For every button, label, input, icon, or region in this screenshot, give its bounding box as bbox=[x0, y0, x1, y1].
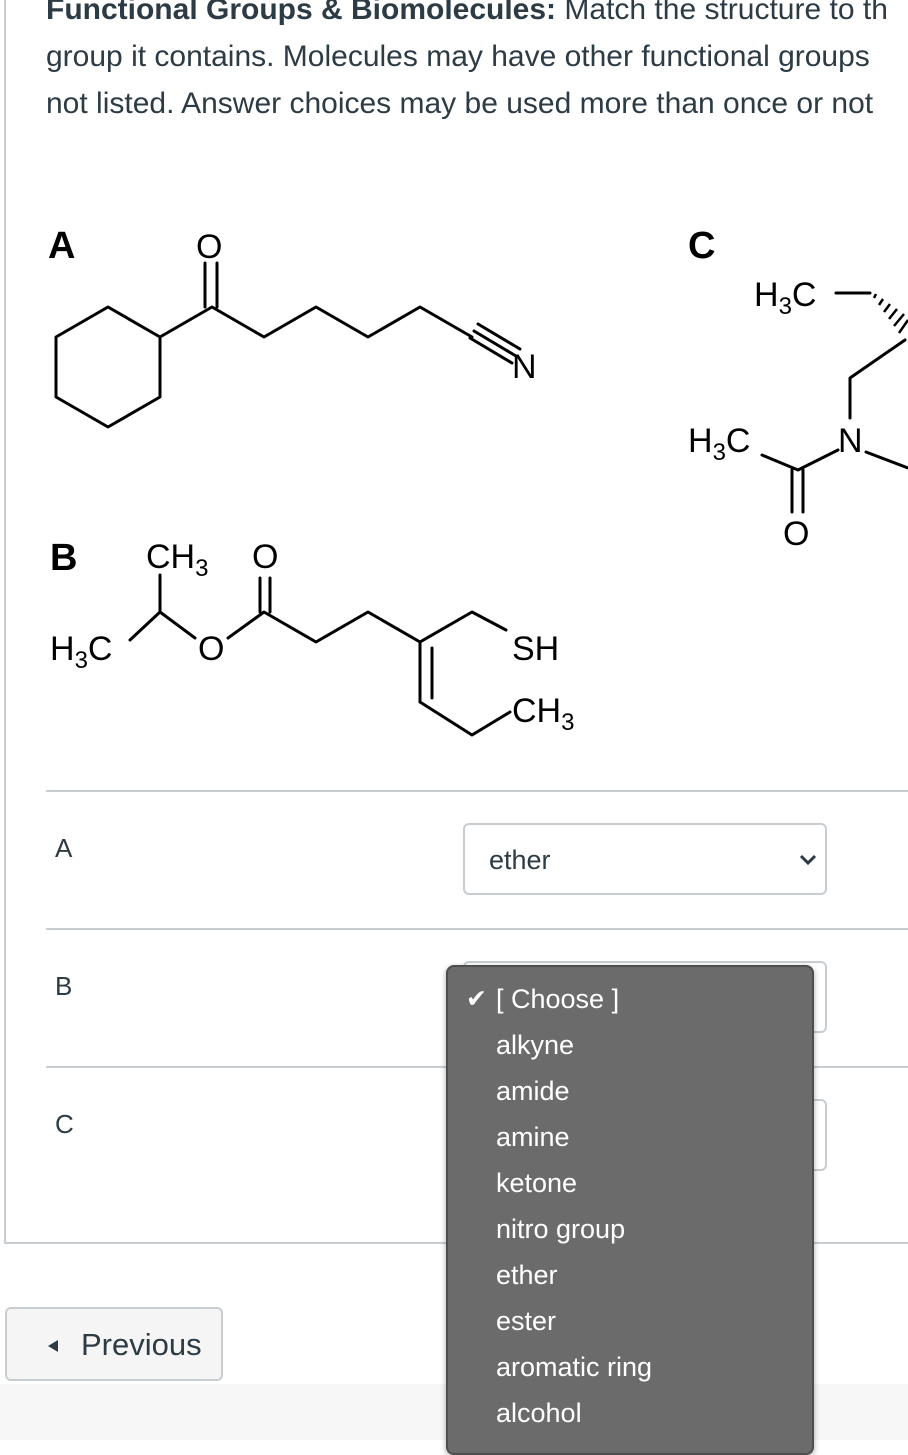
previous-button-label: Previous bbox=[81, 1327, 202, 1362]
dropdown-option[interactable]: alcohol bbox=[496, 1398, 582, 1429]
molecule-c-h3c-left-sub: 3 bbox=[713, 439, 726, 466]
molecule-c-h3c-left-h: H bbox=[688, 422, 713, 460]
structure-label-a: A bbox=[48, 225, 75, 267]
molecule-b-ch3-bottom: CH bbox=[512, 692, 561, 730]
row-divider bbox=[46, 790, 908, 792]
question-text-2: group it contains. Molecules may have ot… bbox=[46, 40, 870, 73]
row-label-b: B bbox=[55, 971, 73, 1001]
molecule-structures: A O N B CH3 O H3C O SH CH3 C H3C H3C N O bbox=[48, 225, 908, 737]
svg-text:H3C: H3C bbox=[50, 630, 112, 674]
answer-select-a-value: ether bbox=[489, 845, 551, 875]
question-prompt: Functional Groups & Biomolecules: Match … bbox=[46, 0, 908, 127]
molecule-a-bonds bbox=[54, 261, 522, 429]
molecule-c-nitrogen: N bbox=[838, 422, 863, 460]
molecule-b-oxygen-ester: O bbox=[198, 630, 224, 668]
row-label-c: C bbox=[55, 1109, 74, 1139]
question-text-3: not listed. Answer choices may be used m… bbox=[46, 87, 874, 120]
question-title: Functional Groups & Biomolecules: bbox=[46, 0, 557, 26]
molecule-b-h3c-sub: 3 bbox=[75, 647, 88, 674]
svg-text:H3C: H3C bbox=[688, 422, 750, 466]
molecule-b-ch3-top: CH bbox=[146, 538, 195, 576]
molecule-c-h3c-top-sub: 3 bbox=[779, 293, 792, 320]
dropdown-option[interactable]: ether bbox=[496, 1260, 558, 1291]
molecule-c-h3c-top-h: H bbox=[754, 276, 779, 314]
previous-button[interactable]: Previous bbox=[5, 1307, 223, 1381]
molecule-b-ch3-top-sub: 3 bbox=[195, 555, 208, 582]
molecule-c-bonds bbox=[760, 291, 908, 514]
molecule-b-oxygen-top: O bbox=[252, 538, 278, 576]
molecule-c-h3c-left-c: C bbox=[726, 422, 751, 460]
answer-select-a[interactable]: ether bbox=[463, 823, 827, 895]
molecule-b-ch3-bottom-sub: 3 bbox=[561, 709, 574, 736]
chevron-down-icon bbox=[799, 854, 817, 866]
molecule-b-sh: SH bbox=[512, 630, 559, 668]
caret-left-icon bbox=[48, 1340, 58, 1352]
answer-dropdown-menu[interactable]: ✔[ Choose ] alkyne amide amine ketone ni… bbox=[446, 965, 814, 1455]
molecule-c-hashed-wedge bbox=[872, 293, 908, 334]
dropdown-option[interactable]: alkyne bbox=[496, 1030, 574, 1061]
question-text-1: Match the structure to th bbox=[564, 0, 888, 26]
dropdown-option[interactable]: aromatic ring bbox=[496, 1352, 652, 1383]
dropdown-option[interactable]: amine bbox=[496, 1122, 570, 1153]
molecule-c-h3c-top-c: C bbox=[792, 276, 817, 314]
molecule-b-bonds bbox=[128, 573, 512, 737]
dropdown-option[interactable]: amide bbox=[496, 1076, 570, 1107]
row-label-a: A bbox=[55, 833, 73, 863]
molecule-c-oxygen: O bbox=[783, 515, 809, 553]
svg-text:CH3: CH3 bbox=[146, 538, 208, 582]
molecule-a-oxygen: O bbox=[196, 228, 222, 266]
svg-text:CH3: CH3 bbox=[512, 692, 574, 736]
dropdown-option[interactable]: nitro group bbox=[496, 1214, 625, 1245]
checkmark-icon: ✔ bbox=[466, 985, 487, 1013]
molecule-b-h3c-c: C bbox=[88, 630, 113, 668]
structure-label-c: C bbox=[688, 225, 715, 267]
structure-label-b: B bbox=[50, 537, 77, 579]
dropdown-option[interactable]: ✔[ Choose ] bbox=[466, 984, 619, 1015]
molecule-b-h3c-h: H bbox=[50, 630, 75, 668]
dropdown-option[interactable]: ketone bbox=[496, 1168, 577, 1199]
dropdown-option[interactable]: ester bbox=[496, 1306, 556, 1337]
svg-text:H3C: H3C bbox=[754, 276, 816, 320]
row-divider bbox=[46, 928, 908, 930]
molecule-a-nitrogen: N bbox=[512, 348, 537, 386]
